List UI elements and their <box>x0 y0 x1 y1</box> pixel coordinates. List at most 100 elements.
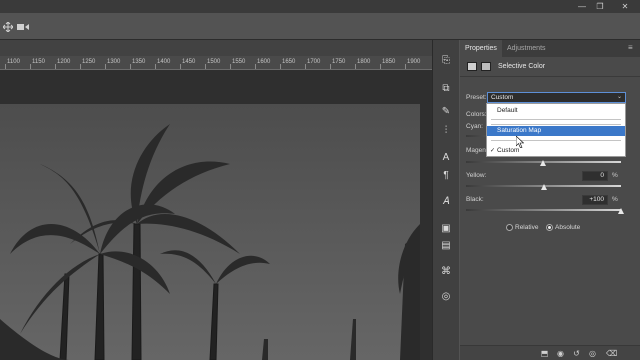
reset-icon[interactable]: ↺ <box>572 349 581 358</box>
panel-menu-icon[interactable]: ≡ <box>628 44 636 52</box>
yellow-value-input[interactable]: 0 <box>582 171 608 181</box>
panel-title: Selective Color <box>498 63 546 70</box>
libraries-icon[interactable]: ▣ <box>439 222 453 236</box>
visibility-icon[interactable]: ◎ <box>588 349 597 358</box>
ruler-label: 1800 <box>357 59 371 65</box>
brush-presets-icon[interactable]: ⧉ <box>439 82 453 96</box>
restore-button[interactable]: ❐ <box>595 2 605 11</box>
character-icon[interactable]: A <box>439 151 453 165</box>
ruler-tick <box>180 64 181 69</box>
cc-libraries-icon[interactable]: ◎ <box>439 290 453 304</box>
title-bar: — ❐ ✕ <box>0 0 640 13</box>
vertical-scrollbar[interactable] <box>420 70 432 360</box>
preset-dropdown-menu: Default Saturation Map ✓ Custom <box>486 103 626 157</box>
preset-value: Custom <box>491 94 514 101</box>
black-slider-track[interactable] <box>466 209 621 211</box>
cyan-label: Cyan: <box>466 123 483 130</box>
options-bar <box>0 13 640 40</box>
ruler-label: 1250 <box>82 59 96 65</box>
ruler-label: 1300 <box>107 59 121 65</box>
ruler-label: 1200 <box>57 59 71 65</box>
ruler-label: 1750 <box>332 59 346 65</box>
dropdown-separator <box>491 140 621 141</box>
preset-select[interactable]: Custom ⌄ <box>487 92 626 103</box>
ruler-tick <box>105 64 106 69</box>
ruler-tick <box>55 64 56 69</box>
panel-dock-toolbar: ⎘ ⧉ ✎ ⫶ A ¶ 𝐴 ▣ ▤ ⌘ ◎ <box>432 40 459 360</box>
ruler-label: 1150 <box>32 59 45 65</box>
ruler-tick <box>230 64 231 69</box>
glyphs-icon[interactable]: 𝐴 <box>439 195 453 209</box>
dropdown-separator <box>491 119 621 120</box>
black-value-input[interactable]: +100 <box>582 195 608 205</box>
yellow-slider-thumb[interactable] <box>540 184 547 190</box>
mask-icon[interactable] <box>481 62 491 71</box>
yellow-unit: % <box>612 172 618 179</box>
panel-tabs: Properties Adjustments ≡ <box>460 40 640 57</box>
move-3d-icon[interactable] <box>3 22 13 32</box>
ruler-label: 1500 <box>207 59 221 65</box>
ruler-tick <box>355 64 356 69</box>
panel-footer: ⬒ ◉ ↺ ◎ ⌫ <box>460 345 640 360</box>
ruler-label: 1400 <box>157 59 171 65</box>
dropdown-option-saturation-map[interactable]: Saturation Map <box>487 126 625 136</box>
dropdown-option-custom[interactable]: ✓ Custom <box>487 146 625 156</box>
close-button[interactable]: ✕ <box>620 2 630 11</box>
tab-adjustments[interactable]: Adjustments <box>502 40 551 57</box>
dropdown-option-custom-label: Custom <box>497 147 520 154</box>
yellow-label: Yellow: <box>466 172 487 179</box>
ruler-label: 1600 <box>257 59 271 65</box>
ruler-tick <box>155 64 156 69</box>
ruler-label: 1100 <box>7 59 20 65</box>
relative-radio[interactable] <box>506 224 513 231</box>
canvas-background <box>0 70 420 104</box>
brushes-icon[interactable]: ✎ <box>439 105 453 119</box>
black-slider-thumb[interactable] <box>618 208 624 214</box>
video-camera-icon[interactable] <box>17 23 29 31</box>
ruler-tick <box>405 64 406 69</box>
ruler-label: 1350 <box>132 59 146 65</box>
adjustments-sliders-icon[interactable]: ⫶ <box>439 124 453 138</box>
dropdown-option-default[interactable]: Default <box>487 106 625 116</box>
checkmark-icon: ✓ <box>490 148 496 154</box>
ruler-label: 1550 <box>232 59 246 65</box>
minimize-button[interactable]: — <box>577 2 587 11</box>
preset-label: Preset: <box>466 94 487 101</box>
ruler-tick <box>380 64 381 69</box>
ruler-tick <box>80 64 81 69</box>
magenta-slider-thumb[interactable] <box>540 160 546 166</box>
magenta-label: Magen <box>466 147 486 154</box>
trash-icon[interactable]: ⌫ <box>606 349 617 358</box>
document-tab-bar <box>0 40 432 56</box>
ruler-label: 1450 <box>182 59 196 65</box>
palm-trees-image <box>0 104 420 360</box>
black-unit: % <box>612 196 618 203</box>
adjustment-layer-icon <box>467 62 477 71</box>
absolute-label: Absolute <box>555 224 581 231</box>
notes-icon[interactable]: ▤ <box>439 239 453 253</box>
chevron-down-icon: ⌄ <box>616 94 622 100</box>
horizontal-ruler: 1100 1150 1200 1250 1300 1350 1400 1450 1500 1550… <box>0 56 432 70</box>
ruler-tick <box>130 64 131 69</box>
clip-to-layer-icon[interactable]: ⬒ <box>540 349 549 358</box>
paragraph-icon[interactable]: ¶ <box>439 169 453 183</box>
ruler-tick <box>5 64 6 69</box>
photo-canvas[interactable] <box>0 104 420 360</box>
ruler-tick <box>305 64 306 69</box>
properties-panel: Properties Adjustments ≡ Selective Color… <box>460 40 640 360</box>
ruler-label: 1850 <box>382 59 396 65</box>
relative-label: Relative <box>515 224 539 231</box>
absolute-radio[interactable] <box>546 224 553 231</box>
ruler-label: 1700 <box>307 59 321 65</box>
ruler-label: 1650 <box>282 59 296 65</box>
ruler-label: 1900 <box>407 59 421 65</box>
ruler-tick <box>280 64 281 69</box>
document-area: 1100 1150 1200 1250 1300 1350 1400 1450 1500 1550… <box>0 40 432 360</box>
black-label: Black: <box>466 196 484 203</box>
ruler-tick <box>30 64 31 69</box>
view-previous-icon[interactable]: ◉ <box>556 349 565 358</box>
dropdown-separator <box>491 124 621 125</box>
history-icon[interactable]: ⎘ <box>439 54 453 68</box>
tab-properties[interactable]: Properties <box>460 40 502 57</box>
creative-cloud-icon[interactable]: ⌘ <box>439 265 453 279</box>
